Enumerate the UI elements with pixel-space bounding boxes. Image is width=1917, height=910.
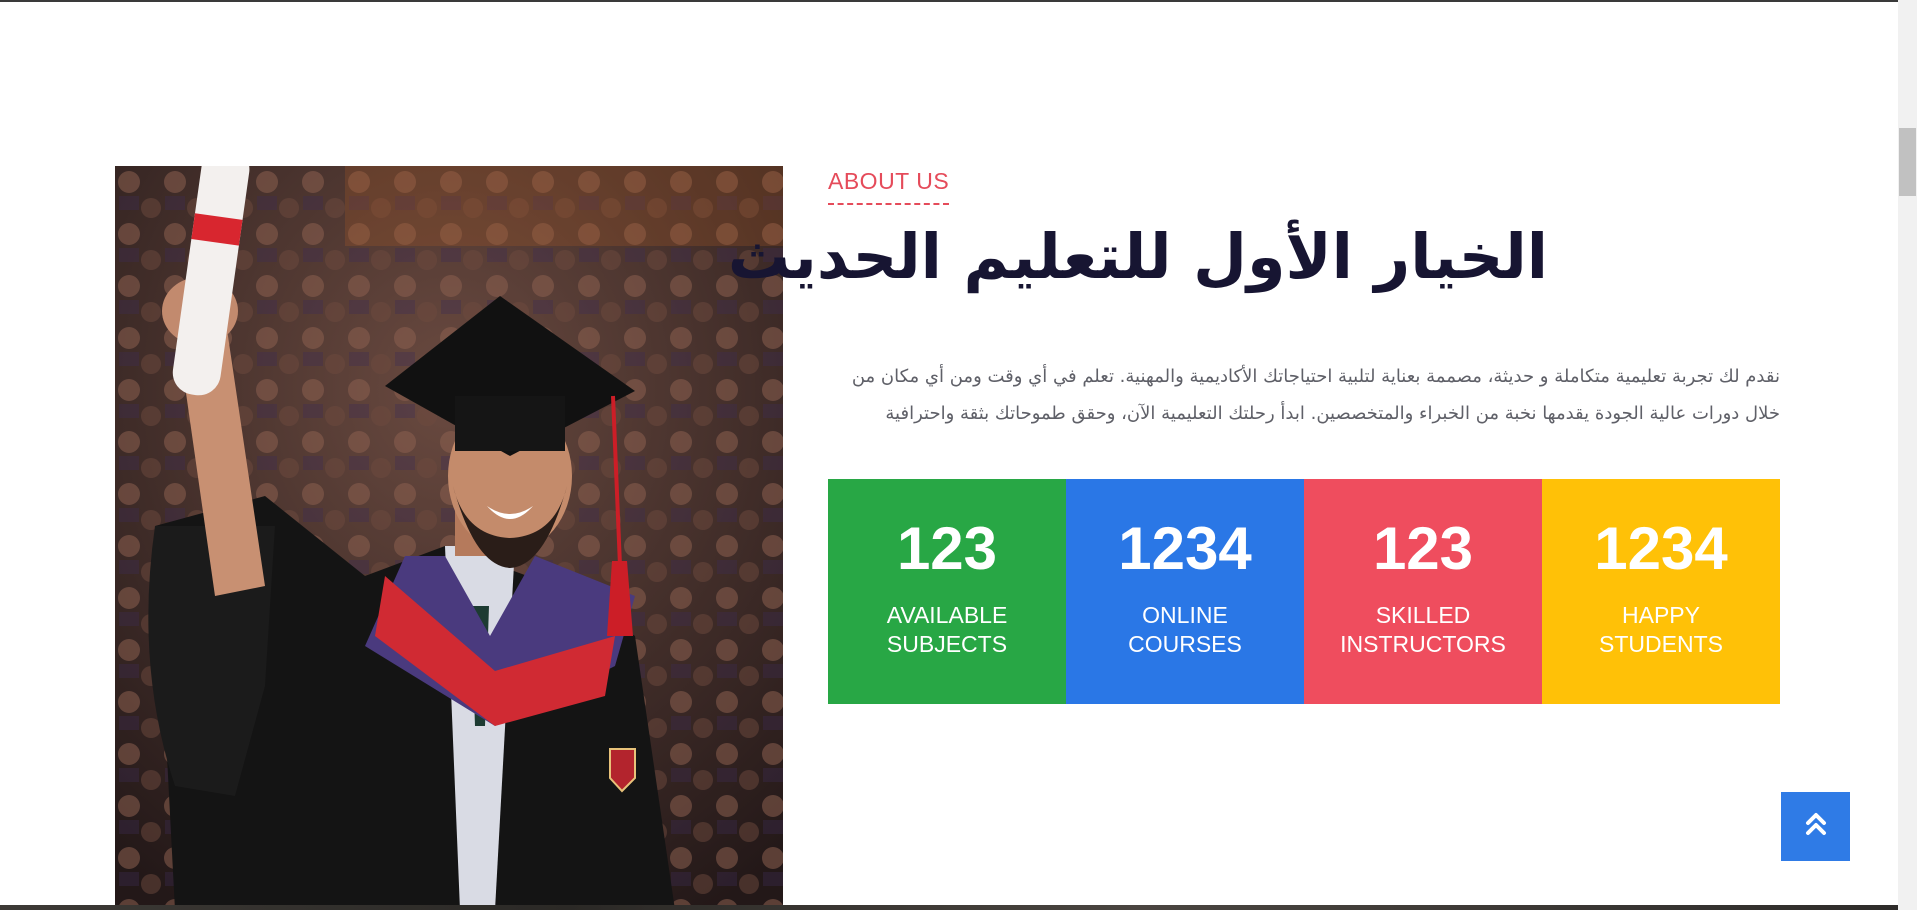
double-chevron-up-icon <box>1805 811 1827 842</box>
scrollbar-thumb[interactable] <box>1899 128 1916 196</box>
stat-value: 123 <box>1372 515 1474 582</box>
stats-row: 123 AVAILABLE SUBJECTS 1234 ONLINE COURS… <box>828 479 1780 704</box>
next-section-edge <box>0 905 1898 910</box>
stat-online-courses: 1234 ONLINE COURSES <box>1066 479 1304 704</box>
graduate-photo <box>115 166 783 910</box>
stat-value: 123 <box>896 515 998 582</box>
back-to-top-button[interactable] <box>1781 792 1850 861</box>
stat-happy-students: 1234 HAPPY STUDENTS <box>1542 479 1780 704</box>
stat-label: SKILLED INSTRUCTORS <box>1340 602 1506 657</box>
section-title: الخيار الأول للتعليم الحديث <box>727 220 1548 293</box>
stat-label: ONLINE COURSES <box>1128 602 1242 657</box>
stat-available-subjects: 123 AVAILABLE SUBJECTS <box>828 479 1066 704</box>
stat-skilled-instructors: 123 SKILLED INSTRUCTORS <box>1304 479 1542 704</box>
stat-label: AVAILABLE SUBJECTS <box>886 602 1008 657</box>
stat-label: HAPPY STUDENTS <box>1599 602 1723 657</box>
top-border <box>0 0 1917 2</box>
section-eyebrow: ABOUT US <box>828 168 950 205</box>
stat-value: 1234 <box>1118 515 1252 582</box>
section-description: نقدم لك تجربة تعليمية متكاملة و حديثة، م… <box>851 366 1780 424</box>
stat-value: 1234 <box>1594 515 1728 582</box>
